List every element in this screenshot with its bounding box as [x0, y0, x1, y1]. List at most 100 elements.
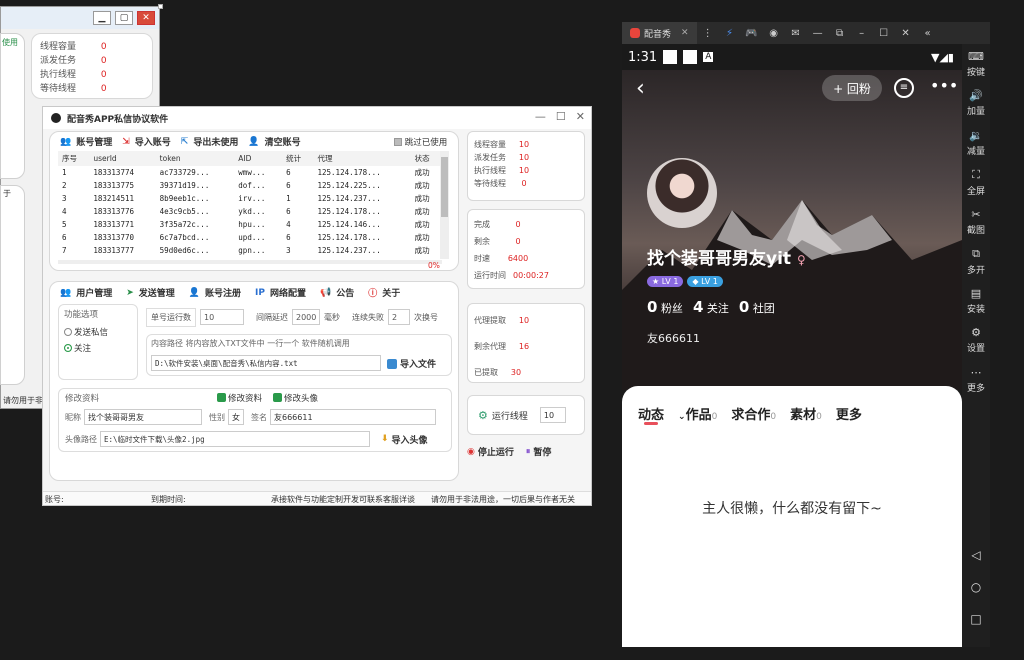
edit-avatar-checkbox[interactable]: 修改头像: [273, 392, 318, 404]
table-header-cell[interactable]: 统计: [282, 151, 314, 166]
sign-input[interactable]: 友666611: [270, 409, 436, 425]
minimize-icon[interactable]: —: [807, 28, 829, 39]
tab-notice[interactable]: 📢 公告: [320, 286, 354, 300]
threads-input[interactable]: 10: [539, 407, 566, 423]
interval-input[interactable]: 2000: [292, 309, 320, 325]
nav-home-icon[interactable]: ○: [962, 580, 990, 594]
account-icon[interactable]: ◉: [763, 28, 785, 39]
tab-send-manage[interactable]: ➤ 发送管理: [126, 286, 175, 300]
table-row[interactable]: 8183313778ddbe884f...jly...6125.124.211.…: [58, 257, 442, 259]
bg-left-panel: 使用: [0, 33, 25, 179]
sidebar-item-volume-up[interactable]: 🔊 加量: [962, 84, 990, 124]
tab-about[interactable]: ⓘ 关于: [368, 286, 400, 299]
close-icon[interactable]: ✕: [576, 110, 585, 123]
table-header-cell[interactable]: token: [155, 151, 235, 166]
clear-account-button[interactable]: 👤 清空账号: [248, 135, 300, 149]
maximize-icon[interactable]: ▢: [115, 11, 133, 25]
menu-dots-icon[interactable]: ⋮: [697, 28, 719, 39]
maximize-icon[interactable]: ☐: [873, 28, 895, 39]
resize-handle[interactable]: [158, 4, 163, 9]
table-row[interactable]: 4 183313776 4e3c9cb5... ykd... 6 125.124.178.…: [58, 205, 442, 218]
minimize-icon[interactable]: ▁: [93, 11, 111, 25]
pause-button[interactable]: ⏸ 暂停: [526, 445, 552, 459]
follow-count[interactable]: 4 关注: [693, 298, 729, 316]
collapse-sidebar-icon[interactable]: «: [917, 28, 939, 39]
sidebar-item-fullscreen[interactable]: ⛶ 全屏: [962, 163, 990, 203]
tab-works[interactable]: ⌄作品0: [678, 404, 717, 423]
minimize-icon[interactable]: —: [535, 110, 546, 123]
account-manage-tab[interactable]: 👥 账号管理: [60, 135, 112, 149]
table-header-cell[interactable]: 状态: [410, 151, 442, 166]
tab-material[interactable]: 素材0: [790, 404, 822, 423]
skip-used-checkbox[interactable]: 跳过已使用: [394, 136, 447, 148]
maximize-icon[interactable]: ☐: [556, 110, 566, 123]
table-scrollbar[interactable]: [440, 151, 449, 259]
table-row[interactable]: 6 183313770 6c7a7bcd... upd... 6 125.124.178.…: [58, 231, 442, 244]
table-cell: 7: [62, 246, 67, 255]
sidebar-item-screenshot[interactable]: ✂ 截图: [962, 202, 990, 242]
close-icon[interactable]: ✕: [137, 11, 155, 25]
table-header-cell[interactable]: userId: [89, 151, 156, 166]
tab-user-manage[interactable]: 👥 用户管理: [60, 286, 112, 300]
bg-edge-text: 于: [3, 189, 11, 198]
import-file-button[interactable]: 导入文件: [387, 357, 436, 370]
table-header-cell[interactable]: 代理: [313, 151, 411, 166]
table-row[interactable]: 7 183313777 59d0ed6c... gpn... 3 125.124.237.…: [58, 244, 442, 257]
gender-input[interactable]: 女: [228, 409, 244, 425]
tab-net-config[interactable]: IP 网络配置: [255, 286, 306, 300]
gamepad-icon[interactable]: 🎮: [741, 28, 763, 39]
send-dm-radio[interactable]: 发送私信: [64, 326, 132, 338]
minimize-window-icon[interactable]: –: [851, 28, 873, 39]
tab-dynamic[interactable]: 动态: [638, 404, 664, 423]
avatar-path-input[interactable]: E:\临时文件下载\头像2.jpg: [100, 431, 370, 447]
import-avatar-button[interactable]: ⬇ 导入头像: [381, 433, 428, 446]
sidebar-item-settings[interactable]: ⚙ 设置: [962, 321, 990, 361]
fail-input[interactable]: 2: [388, 309, 410, 325]
nick-input[interactable]: 找个装哥哥男友: [84, 409, 202, 425]
fans-count[interactable]: 0 粉丝: [647, 298, 683, 316]
tab-more[interactable]: 更多: [836, 404, 862, 423]
table-row[interactable]: 2 183313775 39371d19... dof... 6 125.124.225.…: [58, 179, 442, 192]
table-cell: 125.124.237...: [317, 194, 381, 203]
close-window-icon[interactable]: ✕: [895, 28, 917, 39]
stat-label: 剩余: [474, 237, 490, 246]
nav-recent-icon[interactable]: □: [962, 612, 990, 626]
more-icon[interactable]: •••: [930, 76, 958, 95]
table-row[interactable]: 5 183313771 3f35a72c... hpu... 4 125.124.146.…: [58, 218, 442, 231]
export-unused-button[interactable]: ⇱ 导出未使用: [180, 135, 239, 149]
follow-radio[interactable]: 关注: [64, 342, 132, 354]
run-threads-button[interactable]: 运行线程: [492, 409, 528, 422]
mail-icon[interactable]: ✉: [785, 28, 807, 39]
sidebar-item-install[interactable]: ▤ 安装: [962, 281, 990, 321]
sidebar-item-volume-down[interactable]: 🔉 减量: [962, 123, 990, 163]
stop-button[interactable]: ◉ 停止运行: [467, 445, 514, 459]
edit-info-checkbox[interactable]: 修改资料: [217, 392, 262, 404]
table-header-cell[interactable]: AID: [234, 151, 283, 166]
emulator-tab[interactable]: 配音秀 ✕: [622, 22, 697, 44]
export-icon: ⇱: [180, 136, 189, 147]
window-icon[interactable]: ⧉: [829, 28, 851, 39]
single-run-input[interactable]: 10: [200, 309, 244, 325]
avatar[interactable]: [647, 158, 717, 228]
nav-back-icon[interactable]: ◁: [962, 548, 990, 562]
scrollbar-thumb[interactable]: [441, 157, 448, 217]
follow-back-button[interactable]: + 回粉: [822, 75, 882, 101]
community-count[interactable]: 0 社团: [739, 298, 775, 316]
close-icon[interactable]: ✕: [681, 28, 689, 38]
sidebar-item-multi[interactable]: ⧉ 多开: [962, 242, 990, 282]
boost-icon[interactable]: ⚡: [719, 28, 741, 39]
message-icon[interactable]: ≡: [894, 78, 914, 98]
label: 跳过已使用: [404, 138, 448, 148]
sidebar-item-more[interactable]: ⋯ 更多: [962, 360, 990, 400]
back-icon[interactable]: ‹: [636, 76, 645, 101]
table-row[interactable]: 1 183313774 ac733729... wmw... 6 125.124.178.…: [58, 166, 442, 179]
content-path-input[interactable]: D:\软件安装\桌面\配音秀\私信内容.txt: [151, 355, 381, 371]
table-header-cell[interactable]: 序号: [58, 151, 90, 166]
sidebar-item-keys[interactable]: ⌨ 按键: [962, 44, 990, 84]
profile-tabs: 动态 ⌄作品0 求合作0 素材0 更多: [638, 404, 862, 423]
tab-label: 配音秀: [644, 29, 672, 40]
table-row[interactable]: 3 183214511 8b9eeb1c... irv... 1 125.124.237.…: [58, 192, 442, 205]
tab-register[interactable]: 👤 账号注册: [189, 286, 241, 300]
tab-cooperation[interactable]: 求合作0: [731, 404, 776, 423]
import-account-button[interactable]: ⇲ 导入账号: [122, 135, 171, 149]
